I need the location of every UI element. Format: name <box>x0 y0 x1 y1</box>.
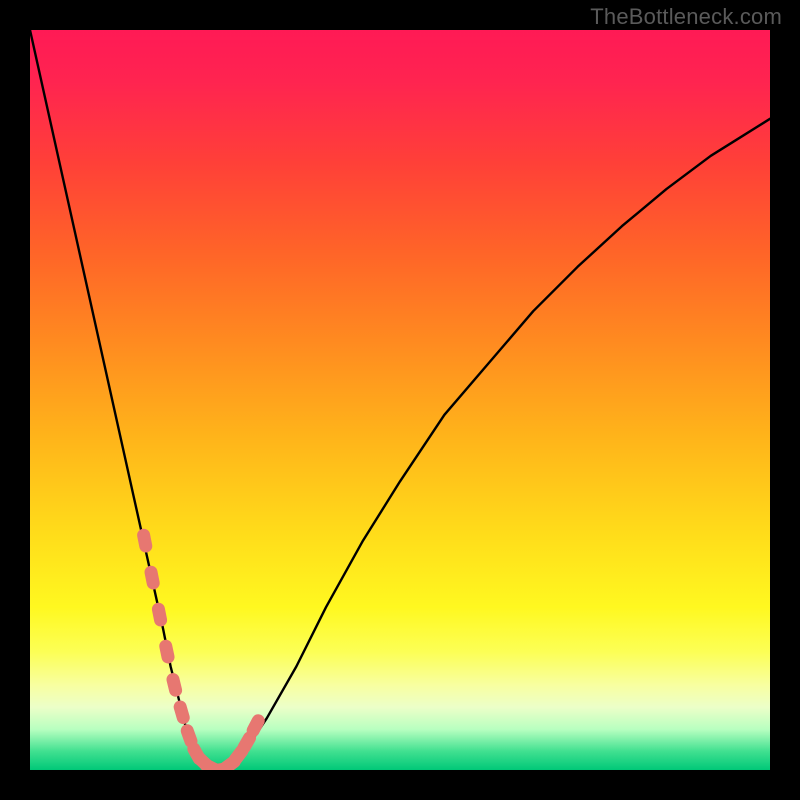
marker-point <box>136 528 153 554</box>
chart-svg <box>30 30 770 770</box>
marker-point <box>151 602 168 628</box>
marker-point <box>165 672 183 698</box>
marker-point <box>172 699 191 726</box>
chart-frame: TheBottleneck.com <box>0 0 800 800</box>
marker-point <box>158 639 176 665</box>
marker-group <box>136 528 267 770</box>
marker-point <box>143 565 160 591</box>
bottleneck-curve <box>30 30 770 770</box>
plot-area <box>30 30 770 770</box>
watermark-text: TheBottleneck.com <box>590 4 782 30</box>
